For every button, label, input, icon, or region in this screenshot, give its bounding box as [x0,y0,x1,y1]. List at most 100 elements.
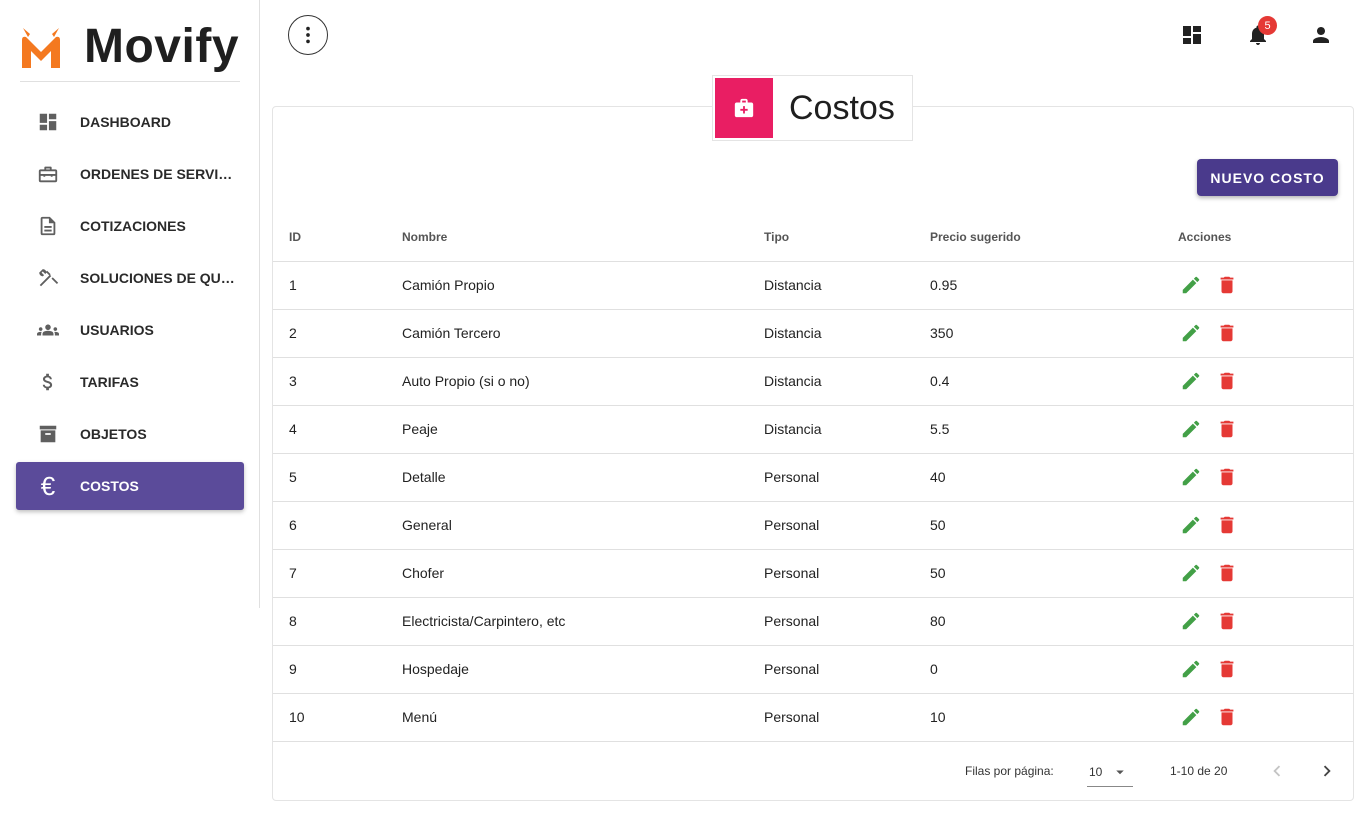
dashboard-button[interactable] [1179,22,1205,48]
cell-acciones [1178,549,1353,598]
trash-icon [1220,468,1234,485]
euro-icon: € [40,470,56,501]
table-row: 4 Peaje Distancia 5.5 [273,405,1353,454]
movify-logo-icon [22,27,60,68]
toolbox-icon [16,163,80,185]
sidebar-item-cotizaciones[interactable]: COTIZACIONES [16,202,244,250]
cell-id: 3 [273,357,402,406]
cell-nombre: Auto Propio (si o no) [402,357,764,406]
previous-page-button[interactable] [1264,758,1290,784]
delete-button[interactable] [1214,320,1240,346]
table-row: 5 Detalle Personal 40 [273,453,1353,502]
cell-tipo: Distancia [764,309,930,358]
edit-button[interactable] [1178,272,1204,298]
edit-button[interactable] [1178,656,1204,682]
dashboard-icon [16,111,80,133]
edit-button[interactable] [1178,416,1204,442]
cell-id: 4 [273,405,402,454]
edit-button[interactable] [1178,560,1204,586]
app-name: Movify [84,20,240,73]
cell-nombre: Chofer [402,549,764,598]
pencil-icon [1182,564,1200,581]
column-header-name[interactable]: Nombre [402,213,764,262]
profile-button[interactable] [1308,22,1334,48]
column-header-acciones: Acciones [1178,213,1353,262]
column-header-precio[interactable]: Precio sugerido [930,213,1178,262]
sidebar-item-tarifas[interactable]: TARIFAS [16,358,244,406]
cell-precio: 50 [930,549,1178,598]
sidebar-item-ordenes[interactable]: ORDENES DE SERVICIO [16,150,244,198]
cell-tipo: Personal [764,693,930,742]
sidebar: Movify DASHBOARD ORDENES DE SERVICIO COT… [0,0,260,608]
sidebar-item-usuarios[interactable]: USUARIOS [16,306,244,354]
delete-button[interactable] [1214,560,1240,586]
rows-per-page-label: Filas por página: [965,764,1054,778]
next-page-button[interactable] [1314,758,1340,784]
cell-nombre: General [402,501,764,550]
trash-icon [1220,660,1234,677]
table-row: 8 Electricista/Carpintero, etc Personal 80 [273,597,1353,646]
column-header-tipo[interactable]: Tipo [764,213,930,262]
trash-icon [1220,612,1234,629]
cell-id: 8 [273,597,402,646]
new-cost-button[interactable]: NUEVO COSTO [1197,159,1338,196]
cell-id: 7 [273,549,402,598]
trash-icon [1220,420,1234,437]
cell-precio: 0.95 [930,261,1178,310]
sidebar-item-soluciones[interactable]: SOLUCIONES DE QUIE... [16,254,244,302]
header-icon-box [715,78,773,138]
page-range: 1-10 de 20 [1170,764,1228,778]
delete-button[interactable] [1214,368,1240,394]
edit-button[interactable] [1178,368,1204,394]
notification-badge: 5 [1258,16,1277,35]
edit-button[interactable] [1178,464,1204,490]
costs-card: NUEVO COSTO ID Nombre Tipo Precio sugeri… [272,106,1354,801]
rows-per-page-select[interactable]: 10 [1087,757,1133,787]
delete-button[interactable] [1214,512,1240,538]
sidebar-item-objetos[interactable]: OBJETOS [16,410,244,458]
sidebar-item-label: DASHBOARD [80,114,171,130]
table-header-row: ID Nombre Tipo Precio sugerido Acciones [273,213,1353,262]
more-options-button[interactable] [288,15,328,55]
delete-button[interactable] [1214,608,1240,634]
delete-button[interactable] [1214,656,1240,682]
sidebar-item-costos[interactable]: € COSTOS [16,462,244,510]
pagination: Filas por página: 10 1-10 de 20 [273,747,1353,795]
delete-button[interactable] [1214,416,1240,442]
table-row: 2 Camión Tercero Distancia 350 [273,309,1353,358]
delete-button[interactable] [1214,704,1240,730]
sidebar-item-label: COSTOS [80,478,139,494]
cell-nombre: Camión Propio [402,261,764,310]
table-row: 10 Menú Personal 10 [273,693,1353,742]
cell-acciones [1178,597,1353,646]
delete-button[interactable] [1214,464,1240,490]
users-icon [16,319,80,341]
cell-precio: 80 [930,597,1178,646]
cell-nombre: Electricista/Carpintero, etc [402,597,764,646]
trash-icon [1220,708,1234,725]
trash-icon [1220,372,1234,389]
sidebar-item-dashboard[interactable]: DASHBOARD [16,98,244,146]
cell-nombre: Camión Tercero [402,309,764,358]
person-icon [1313,27,1329,43]
table-row: 3 Auto Propio (si o no) Distancia 0.4 [273,357,1353,406]
edit-button[interactable] [1178,320,1204,346]
page-title: Costos [789,88,895,127]
column-header-id[interactable]: ID [273,213,402,262]
logo[interactable]: Movify [20,12,240,82]
arrow-drop-down-icon [1116,770,1124,774]
edit-button[interactable] [1178,512,1204,538]
sidebar-nav: DASHBOARD ORDENES DE SERVICIO COTIZACION… [16,98,244,514]
pencil-icon [1182,516,1200,533]
sidebar-item-label: OBJETOS [80,426,147,442]
cell-tipo: Distancia [764,261,930,310]
cell-precio: 10 [930,693,1178,742]
pencil-icon [1182,468,1200,485]
edit-button[interactable] [1178,608,1204,634]
trash-icon [1220,276,1234,293]
edit-button[interactable] [1178,704,1204,730]
pencil-icon [1182,372,1200,389]
delete-button[interactable] [1214,272,1240,298]
table-row: 9 Hospedaje Personal 0 [273,645,1353,694]
trash-icon [1220,324,1234,341]
